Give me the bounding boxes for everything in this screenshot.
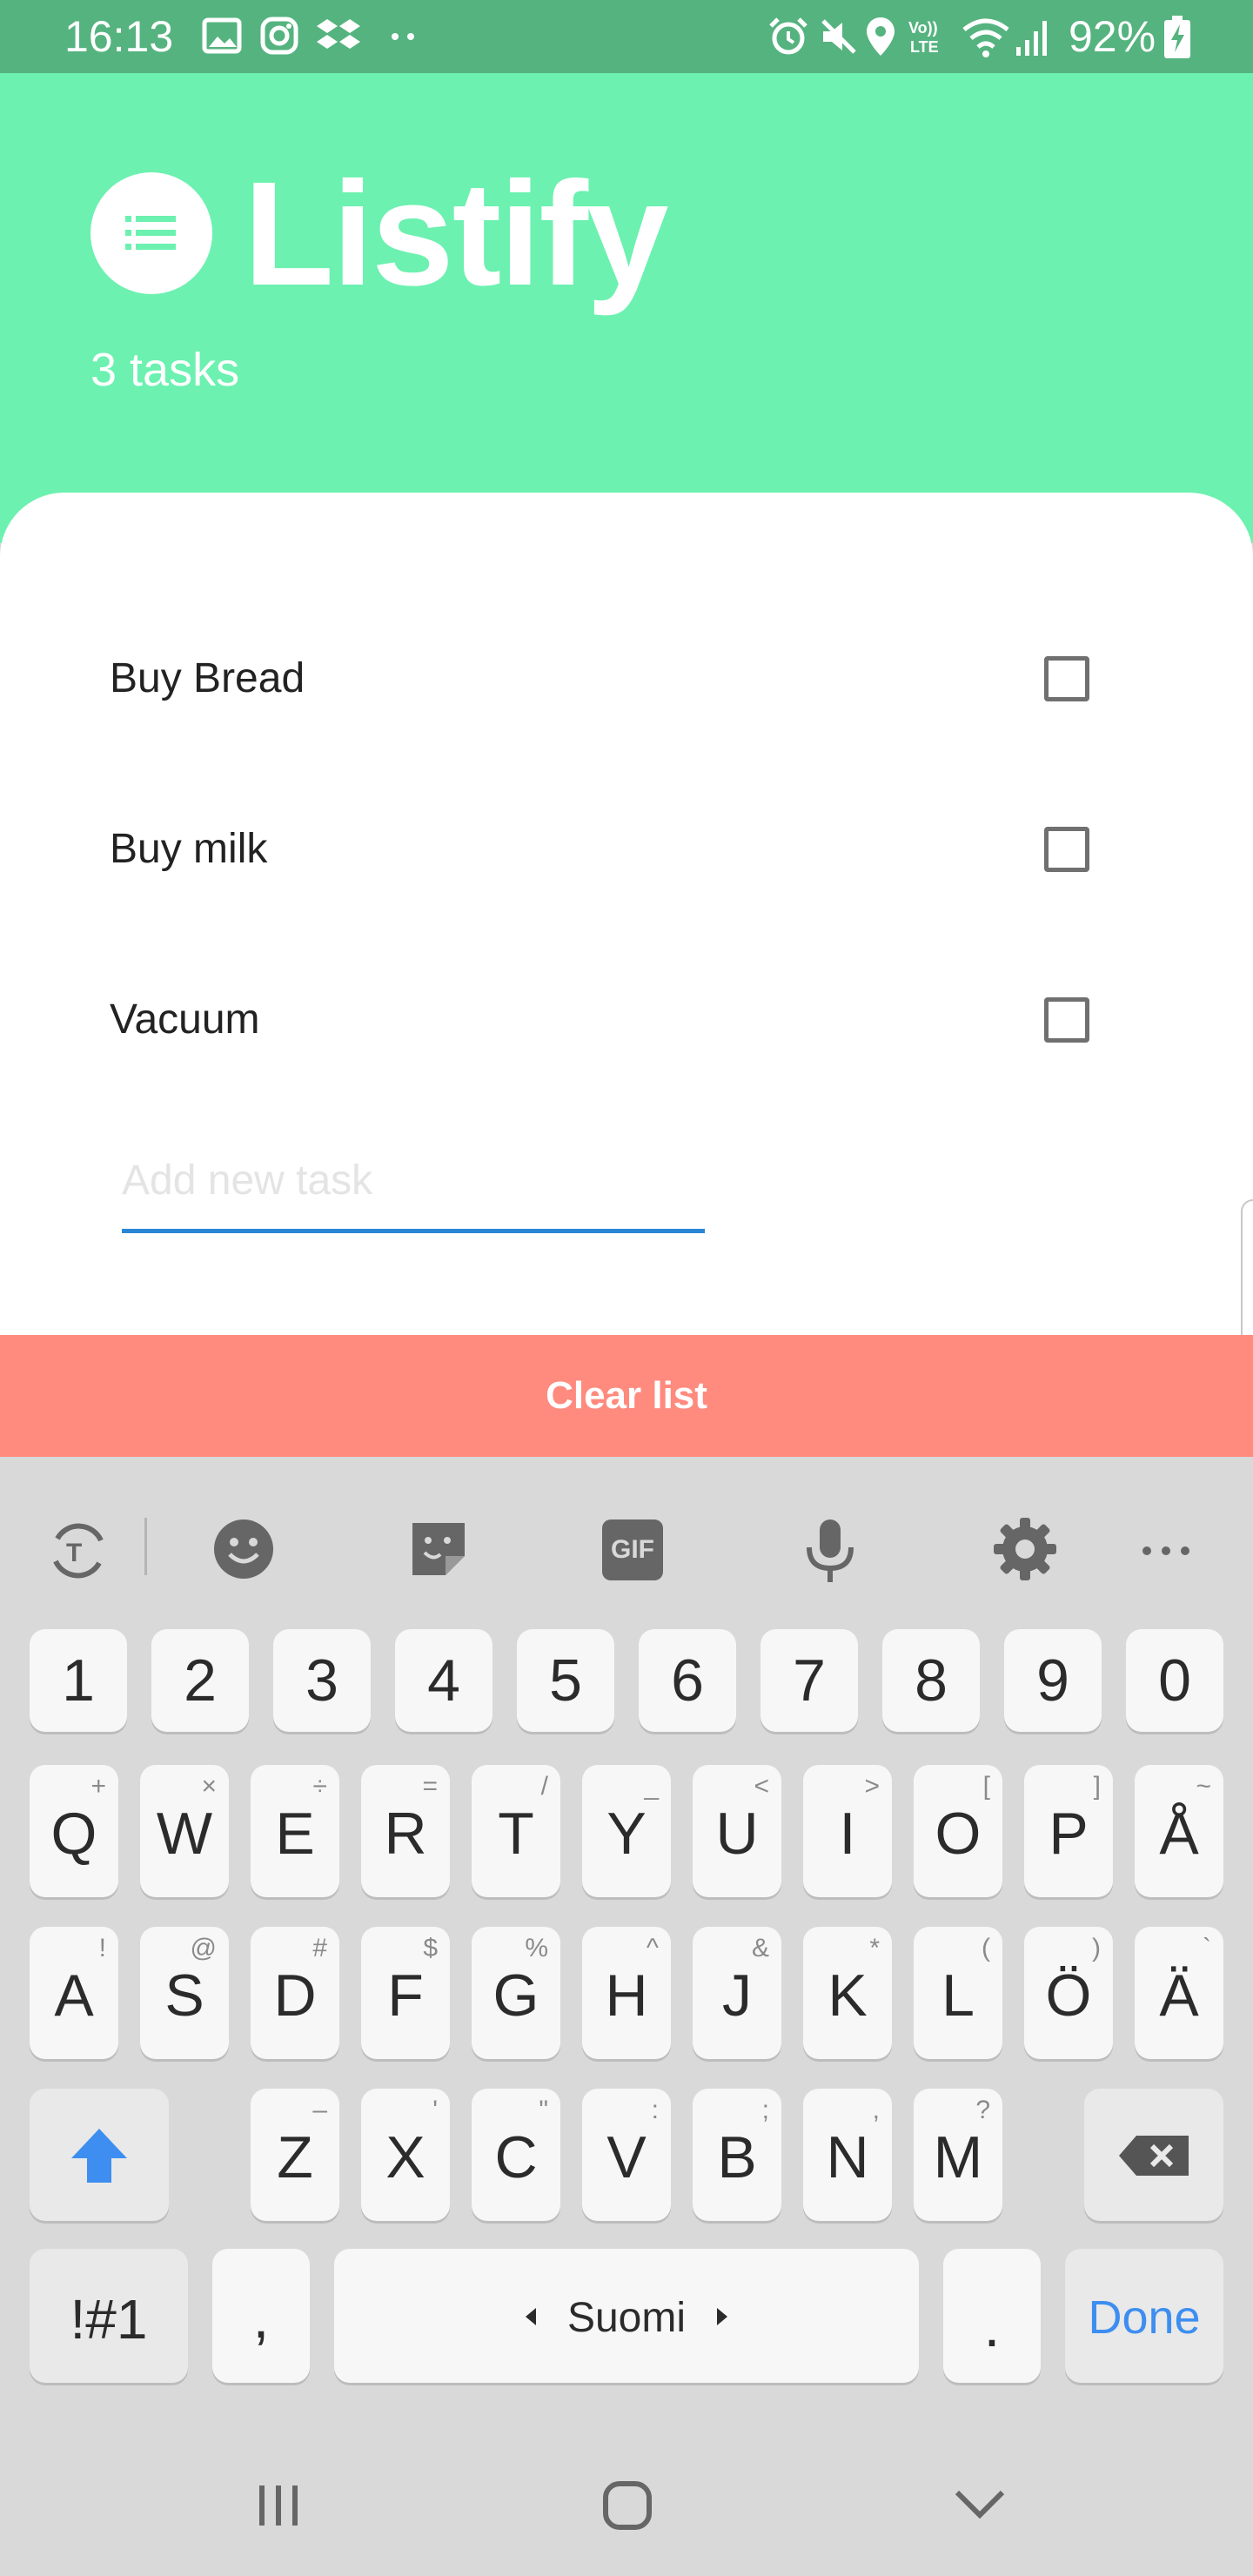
backspace-key[interactable]	[1084, 2089, 1223, 2221]
new-task-input[interactable]	[122, 1131, 705, 1233]
key-o[interactable]: [O	[914, 1765, 1002, 1897]
space-right-arrow-icon	[717, 2308, 727, 2325]
key-l[interactable]: (L	[914, 1927, 1002, 2059]
key-q[interactable]: + Q	[30, 1765, 118, 1897]
task-checkbox[interactable]	[1044, 656, 1089, 701]
key-5[interactable]: 5	[517, 1629, 614, 1732]
home-icon[interactable]	[600, 2479, 654, 2532]
key-a-ring[interactable]: ~ Å	[1135, 1765, 1223, 1897]
shift-arrow-icon	[71, 2129, 127, 2183]
task-item[interactable]: Buy Bread	[0, 594, 1253, 764]
key-2[interactable]: 2	[151, 1629, 249, 1732]
done-key[interactable]: Done	[1065, 2249, 1223, 2383]
comma-key[interactable]: ,	[212, 2249, 310, 2383]
key-p[interactable]: ] P	[1024, 1765, 1113, 1897]
key-y[interactable]: _ Y	[582, 1765, 671, 1897]
key-a[interactable]: ! A	[30, 1927, 118, 2059]
space-key[interactable]: Suomi	[334, 2249, 919, 2383]
list-icon	[125, 216, 176, 250]
svg-text:LTE: LTE	[910, 38, 939, 56]
text-translate-icon[interactable]: T	[44, 1516, 113, 1586]
key-i[interactable]: > I	[803, 1765, 892, 1897]
app-logo	[90, 172, 212, 294]
key-c[interactable]: " C	[472, 2089, 560, 2221]
svg-text:Vo)): Vo))	[908, 19, 938, 37]
alarm-icon	[769, 17, 807, 55]
battery-charging-icon	[1164, 16, 1190, 58]
app-header: Listify 3 tasks	[0, 73, 1253, 543]
navigation-bar	[0, 2414, 1253, 2576]
key-9[interactable]: 9	[1004, 1629, 1102, 1732]
key-x[interactable]: ' X	[361, 2089, 450, 2221]
wifi-icon	[962, 18, 1009, 57]
microphone-icon[interactable]	[797, 1516, 863, 1586]
task-label: Buy Bread	[110, 655, 305, 701]
task-checkbox[interactable]	[1044, 827, 1089, 872]
new-task-field	[122, 1131, 705, 1236]
emoji-icon[interactable]	[211, 1516, 277, 1582]
key-4[interactable]: 4	[395, 1629, 492, 1732]
more-dots-icon	[392, 33, 414, 40]
key-v[interactable]: :V	[582, 2089, 671, 2221]
key-u[interactable]: < U	[693, 1765, 781, 1897]
key-j[interactable]: & J	[693, 1927, 781, 2059]
settings-icon[interactable]	[992, 1516, 1058, 1582]
key-b[interactable]: ; B	[693, 2089, 781, 2221]
backspace-icon	[1119, 2136, 1189, 2176]
task-item[interactable]: Vacuum	[0, 935, 1253, 1105]
more-icon[interactable]	[1140, 1516, 1192, 1582]
key-w[interactable]: × W	[140, 1765, 229, 1897]
key-0[interactable]: 0	[1126, 1629, 1223, 1732]
svg-text:T: T	[66, 1539, 82, 1567]
task-list-card: Buy Bread Buy milk Vacuum	[0, 493, 1253, 1450]
key-e[interactable]: ÷ E	[251, 1765, 339, 1897]
gif-icon[interactable]: GIF	[602, 1519, 663, 1580]
status-time: 16:13	[64, 12, 174, 61]
key-t[interactable]: / T	[472, 1765, 560, 1897]
task-label: Buy milk	[110, 826, 268, 872]
key-a-umlaut[interactable]: ` Ä	[1135, 1927, 1223, 2059]
space-language-label: Suomi	[566, 2295, 687, 2341]
key-r[interactable]: = R	[361, 1765, 450, 1897]
app-title: Listify	[244, 151, 669, 317]
back-icon[interactable]	[952, 2487, 1008, 2522]
key-k[interactable]: * K	[803, 1927, 892, 2059]
task-checkbox[interactable]	[1044, 997, 1089, 1043]
key-s[interactable]: @ S	[140, 1927, 229, 2059]
gif-label: GIF	[611, 1535, 654, 1564]
task-label: Vacuum	[110, 996, 260, 1043]
sticker-icon[interactable]	[405, 1516, 472, 1582]
key-o-umlaut[interactable]: ) Ö	[1024, 1927, 1113, 2059]
key-z[interactable]: – Z	[251, 2089, 339, 2221]
key-h[interactable]: ^ H	[582, 1927, 671, 2059]
key-f[interactable]: $ F	[361, 1927, 450, 2059]
clear-list-button[interactable]: Clear list	[0, 1335, 1253, 1457]
key-n[interactable]: ,N	[803, 2089, 892, 2221]
key-8[interactable]: 8	[882, 1629, 980, 1732]
location-icon	[867, 17, 895, 56]
key-d[interactable]: # D	[251, 1927, 339, 2059]
task-count: 3 tasks	[90, 344, 240, 396]
key-1[interactable]: 1	[30, 1629, 127, 1732]
instagram-icon	[260, 17, 298, 55]
image-icon	[202, 17, 242, 54]
key-m[interactable]: ? M	[914, 2089, 1002, 2221]
status-bar: 16:13 Vo)) LTE 92%	[0, 0, 1253, 73]
shift-key[interactable]	[30, 2089, 169, 2221]
key-g[interactable]: % G	[472, 1927, 560, 2059]
symbols-key[interactable]: !#1	[30, 2249, 188, 2383]
task-item[interactable]: Buy milk	[0, 764, 1253, 935]
mute-icon	[821, 19, 856, 54]
signal-icon	[1016, 21, 1047, 56]
toolbar-divider	[144, 1518, 147, 1575]
key-3[interactable]: 3	[273, 1629, 371, 1732]
dropbox-icon	[317, 19, 360, 49]
key-7[interactable]: 7	[761, 1629, 858, 1732]
battery-percentage: 92%	[1069, 12, 1156, 61]
volte-icon: Vo)) LTE	[908, 19, 939, 56]
recent-apps-icon[interactable]	[254, 2480, 303, 2529]
key-6[interactable]: 6	[639, 1629, 736, 1732]
on-screen-keyboard: T GIF 1 2 3 4 5 6 7 8 9 0 + Q × W ÷ E = …	[0, 1457, 1253, 2414]
period-key[interactable]: .	[943, 2249, 1041, 2383]
